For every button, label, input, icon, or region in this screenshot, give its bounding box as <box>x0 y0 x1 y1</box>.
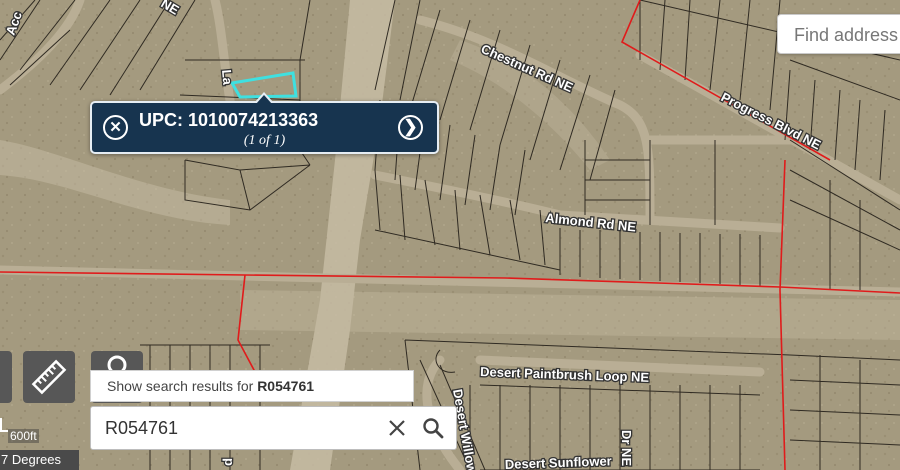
parcel-search-input[interactable] <box>105 415 365 441</box>
rotation-label: 7 Degrees <box>0 450 79 470</box>
search-results-prefix: Show search results for <box>107 378 254 394</box>
find-address-input[interactable]: Find address <box>777 14 900 54</box>
popup-subtitle: (1 of 1) <box>243 133 286 148</box>
street-label-dr-ne: Dr NE <box>619 430 634 466</box>
ruler-icon <box>31 359 67 395</box>
street-label-p: p <box>222 458 237 466</box>
parcel-search-box <box>90 406 457 450</box>
popup-title: UPC: 1010074213363 <box>139 110 319 130</box>
search-results-suggestion[interactable]: Show search results for R054761 <box>90 370 414 402</box>
search-results-term: R054761 <box>257 378 315 394</box>
search-icon[interactable] <box>421 416 445 440</box>
street-label-la: La <box>219 69 235 86</box>
popup-pointer-inner <box>256 95 272 104</box>
find-address-placeholder: Find address <box>794 25 899 45</box>
close-icon[interactable] <box>385 416 409 440</box>
parcel-popup: ✕ UPC: 1010074213363 (1 of 1) ❯ <box>90 92 439 154</box>
search-results-text: Show search results for R054761 <box>107 378 314 394</box>
scale-label: 600ft <box>8 429 39 443</box>
measure-button[interactable] <box>23 351 75 403</box>
scale-bar <box>0 418 8 432</box>
street-label-desert-sunflower: Desert Sunflower <box>505 453 612 470</box>
chevron-right-circle-icon[interactable]: ❯ <box>398 115 423 140</box>
map-tool-button[interactable] <box>0 351 12 403</box>
